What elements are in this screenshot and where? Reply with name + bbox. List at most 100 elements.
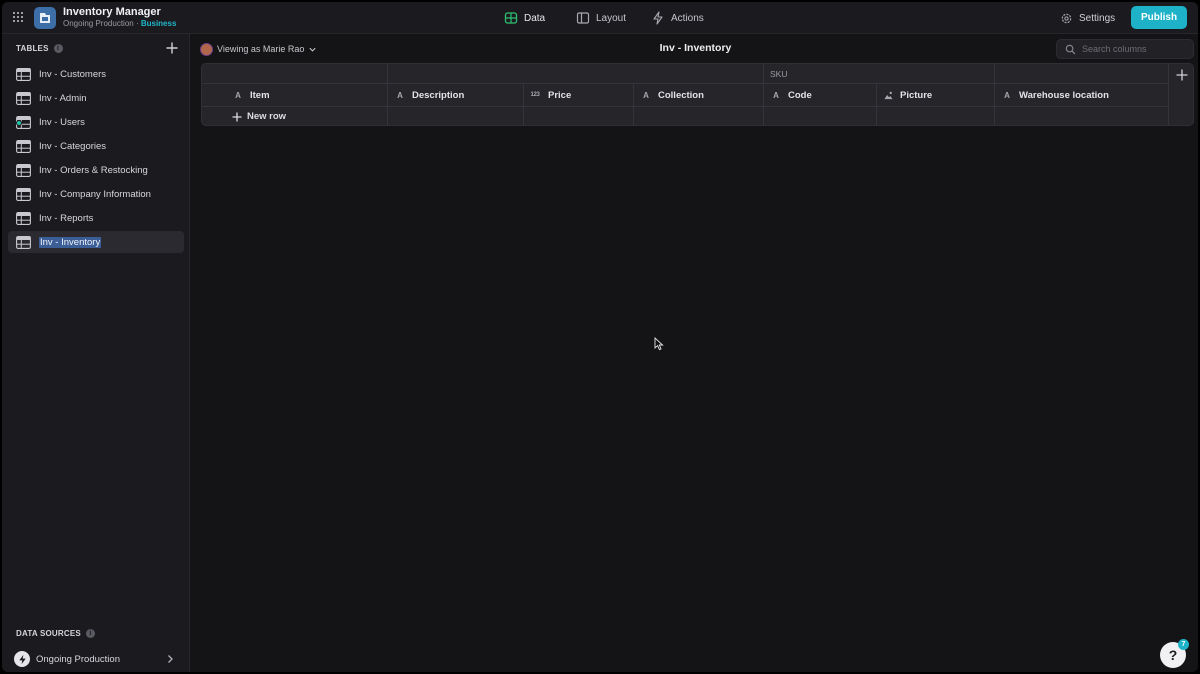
group-cell: [202, 64, 388, 83]
app-window: Inventory Manager Ongoing Production · B…: [2, 2, 1198, 672]
text-type-icon: A: [235, 90, 241, 100]
table-icon: [504, 12, 518, 24]
column-header-item[interactable]: A Item: [202, 84, 388, 106]
mouse-cursor-icon: [654, 337, 664, 351]
sidebar: TABLES i Inv - Customers Inv - Admin Inv…: [2, 34, 190, 672]
search-columns-input[interactable]: [1082, 44, 1182, 54]
chevron-right-icon: [168, 655, 173, 663]
column-header-collection[interactable]: A Collection: [634, 84, 764, 106]
page-title: Inv - Inventory: [659, 42, 732, 54]
settings-button[interactable]: Settings: [1054, 8, 1121, 28]
plus-icon: [232, 112, 242, 121]
new-row-button[interactable]: New row: [202, 107, 388, 125]
sidebar-item-label: Inv - Company Information: [39, 188, 151, 200]
app-plan: Business: [140, 19, 177, 28]
table-cell[interactable]: [995, 107, 1169, 125]
column-header-picture[interactable]: Picture: [877, 84, 995, 106]
sidebar-item-orders-restocking[interactable]: Inv - Orders & Restocking: [8, 159, 184, 181]
sidebar-item-label: Inv - Users: [39, 116, 85, 128]
text-type-icon: A: [773, 90, 779, 100]
tab-layout[interactable]: Layout: [570, 8, 632, 28]
table-cell[interactable]: [634, 107, 764, 125]
column-header-row: A Item A Description 123 Price A Collect…: [202, 83, 1169, 106]
column-header-code[interactable]: A Code: [764, 84, 877, 106]
search-columns-box[interactable]: [1056, 39, 1194, 59]
search-icon: [1065, 44, 1076, 54]
column-header-label: Warehouse location: [1019, 89, 1109, 101]
user-table-badge-icon: [16, 120, 22, 126]
table-cell[interactable]: [524, 107, 634, 125]
table-sheet-icon: [16, 139, 31, 153]
column-header-label: Collection: [658, 89, 704, 101]
app-logo-icon: [40, 13, 50, 23]
sidebar-item-company-information[interactable]: Inv - Company Information: [8, 183, 184, 205]
sidebar-item-reports[interactable]: Inv - Reports: [8, 207, 184, 229]
sidebar-item-categories[interactable]: Inv - Categories: [8, 135, 184, 157]
publish-button[interactable]: Publish: [1131, 6, 1187, 29]
table-sheet-icon: [16, 187, 31, 201]
layout-icon: [576, 12, 590, 24]
add-table-icon[interactable]: [165, 41, 179, 55]
table-cell[interactable]: [877, 107, 995, 125]
table-cell[interactable]: [388, 107, 524, 125]
viewing-as-label: Viewing as Marie Rao: [217, 44, 305, 54]
avatar: [200, 42, 213, 56]
table-sheet-icon: [16, 91, 31, 105]
sidebar-item-inventory[interactable]: Inv - Inventory: [8, 231, 184, 253]
app-title: Inventory Manager: [63, 6, 161, 18]
sidebar-item-customers[interactable]: Inv - Customers: [8, 63, 184, 85]
add-column-button[interactable]: [1168, 64, 1193, 125]
data-source-logo-icon: [14, 651, 30, 667]
table-cell[interactable]: [764, 107, 877, 125]
new-row-label: New row: [247, 111, 287, 122]
app-subtitle: Ongoing Production · Business: [63, 19, 176, 28]
group-cell: [388, 64, 764, 83]
data-sources-heading-label: DATA SOURCES: [16, 629, 81, 638]
column-header-price[interactable]: 123 Price: [524, 84, 634, 106]
data-source-item[interactable]: Ongoing Production: [14, 649, 180, 669]
lightning-icon: [653, 11, 663, 25]
info-icon[interactable]: i: [53, 44, 63, 53]
column-header-label: Code: [788, 89, 812, 101]
sidebar-item-users[interactable]: Inv - Users: [8, 111, 184, 133]
sidebar-item-label: Inv - Customers: [39, 68, 107, 80]
sidebar-item-label[interactable]: Inv - Inventory: [39, 236, 102, 248]
sidebar-item-label: Inv - Orders & Restocking: [39, 164, 148, 176]
column-header-warehouse-location[interactable]: A Warehouse location: [995, 84, 1169, 106]
column-header-label: Picture: [900, 89, 933, 101]
app-logo[interactable]: [34, 7, 56, 29]
table-sheet-icon: [16, 67, 31, 81]
data-source-label: Ongoing Production: [36, 653, 120, 665]
text-type-icon: A: [397, 90, 403, 100]
app-environment: Ongoing Production ·: [63, 19, 141, 28]
image-type-icon: [884, 91, 893, 99]
tab-actions[interactable]: Actions: [645, 8, 710, 28]
data-grid: SKU A Item A Description 123 Price A Col…: [201, 63, 1194, 126]
viewing-as-selector[interactable]: Viewing as Marie Rao: [200, 40, 317, 58]
column-header-description[interactable]: A Description: [388, 84, 524, 106]
group-label-sku: SKU: [770, 68, 788, 79]
group-cell-sku[interactable]: SKU: [764, 64, 995, 83]
column-header-label: Description: [412, 89, 465, 101]
group-cell: [995, 64, 1193, 83]
table-sheet-icon: [16, 235, 31, 249]
column-header-label: Price: [548, 89, 572, 101]
tab-data[interactable]: Data: [498, 8, 551, 28]
chevron-down-icon: [309, 47, 316, 52]
table-list: Inv - Customers Inv - Admin Inv - Users …: [8, 63, 184, 255]
tables-heading-label: TABLES: [16, 44, 49, 53]
tables-heading: TABLES i: [16, 44, 63, 53]
tab-actions-label: Actions: [671, 12, 704, 24]
column-header-label: Item: [250, 89, 270, 101]
top-bar: Inventory Manager Ongoing Production · B…: [2, 2, 1198, 34]
info-icon[interactable]: i: [85, 629, 95, 638]
gear-icon: [1061, 13, 1072, 23]
data-sources-heading: DATA SOURCES i: [16, 629, 95, 638]
plus-icon: [1176, 69, 1187, 81]
new-row-line: New row: [202, 106, 1169, 125]
table-sheet-icon: [16, 163, 31, 177]
apps-grid-icon[interactable]: [12, 11, 24, 23]
help-notification-badge: 7: [1178, 639, 1189, 650]
tab-data-label: Data: [524, 12, 546, 24]
sidebar-item-admin[interactable]: Inv - Admin: [8, 87, 184, 109]
